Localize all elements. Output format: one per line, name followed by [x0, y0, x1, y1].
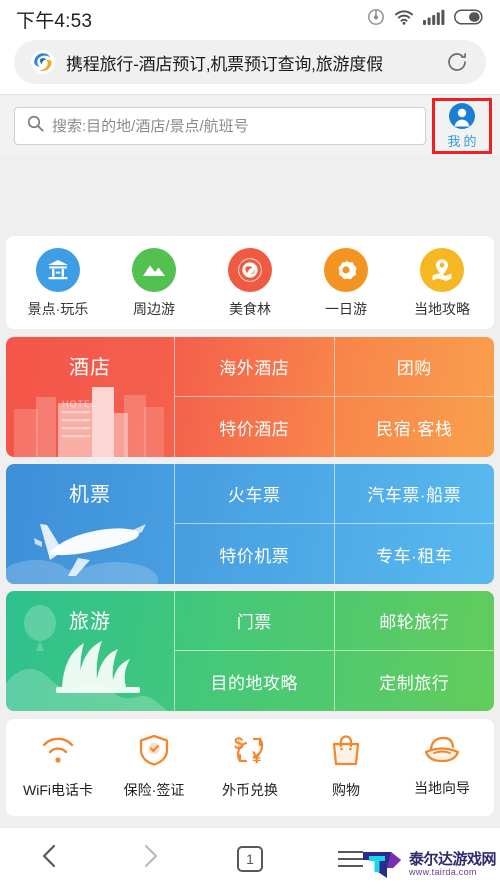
- search-input[interactable]: 搜索:目的地/酒店/景点/航班号: [14, 106, 426, 145]
- currency-exchange-icon: $ ¥: [232, 733, 268, 772]
- quick-entry-dayTour[interactable]: 一日游: [302, 248, 390, 319]
- product-block-travel: 旅游 门票 邮轮旅行 目的地攻略 定制旅行: [6, 591, 494, 711]
- service-entry-wifi[interactable]: WiFi电话卡: [12, 733, 104, 800]
- subentry-bus-boat-ticket[interactable]: 汽车票·船票: [334, 464, 494, 524]
- service-label: 当地向导: [414, 780, 470, 796]
- address-bar[interactable]: 携程旅行-酒店预订,机票预订查询,旅游度假: [14, 40, 486, 84]
- service-entry-localGuide[interactable]: 当地向导: [396, 733, 488, 800]
- watermark-name: 泰尔达游戏网: [408, 850, 497, 868]
- badge-star-icon: [324, 248, 368, 292]
- watermark-url: www.tairda.com: [408, 866, 477, 877]
- travel-main-entry[interactable]: 旅游: [6, 591, 174, 711]
- user-avatar-icon: [448, 102, 476, 130]
- banner-placeholder: [0, 156, 500, 236]
- forward-chevron-icon: [137, 842, 163, 875]
- hamburger-menu-icon: [337, 850, 363, 867]
- service-label: 购物: [332, 782, 360, 798]
- block-title: 旅游: [69, 611, 111, 633]
- quick-entry-nearby[interactable]: 周边游: [110, 248, 198, 319]
- search-placeholder: 搜索:目的地/酒店/景点/航班号: [52, 118, 249, 135]
- flight-subentries: 火车票 汽车票·船票 特价机票 专车·租车: [174, 464, 494, 584]
- my-account-button[interactable]: 我的: [432, 97, 492, 154]
- forward-button[interactable]: [100, 828, 200, 889]
- hotel-subentries: 海外酒店 团购 特价酒店 民宿·客栈: [174, 337, 494, 457]
- subentry-car-rental[interactable]: 专车·租车: [335, 524, 495, 584]
- service-label: WiFi电话卡: [23, 782, 93, 798]
- page-title: 携程旅行-酒店预订,机票预订查询,旅游度假: [66, 54, 383, 74]
- service-entry-currency[interactable]: $ ¥ 外币兑换: [204, 733, 296, 800]
- subentry-group-buy[interactable]: 团购: [334, 337, 494, 397]
- service-label: 外币兑换: [222, 782, 278, 798]
- pavilion-icon: [36, 248, 80, 292]
- service-entry-insurance[interactable]: 保险·签证: [108, 733, 200, 800]
- quick-entry-label: 周边游: [133, 301, 175, 317]
- guide-hat-icon: [423, 733, 461, 770]
- shopping-bag-icon: [330, 733, 362, 772]
- quick-entry-scenic[interactable]: 景点·玩乐: [14, 248, 102, 319]
- product-block-hotel: HOTEL 酒店 海外酒店 团购 特价酒店 民宿·客栈: [6, 337, 494, 457]
- quick-entry-label: 当地攻略: [414, 301, 470, 317]
- block-title: 酒店: [69, 357, 111, 379]
- phone-screen: 下午4:53 携程旅行-酒店预订,机票预订查询,旅游度假 搜索:目的地/酒店/景…: [0, 0, 500, 889]
- quick-entry-label: 美食林: [229, 301, 271, 317]
- site-search-row: 搜索:目的地/酒店/景点/航班号 我的: [0, 94, 500, 156]
- page-content: 景点·玩乐 周边游 美食林 一日游 当地攻略 HOTEL 酒店 海外酒店 团购 …: [0, 156, 500, 827]
- status-clock: 下午4:53: [16, 10, 93, 32]
- flight-main-entry[interactable]: 机票: [6, 464, 174, 584]
- gourmet-seal-icon: [228, 248, 272, 292]
- quick-entry-card: 景点·玩乐 周边游 美食林 一日游 当地攻略: [6, 236, 494, 329]
- service-entry-shopping[interactable]: 购物: [300, 733, 392, 800]
- hotel-main-entry[interactable]: HOTEL 酒店: [6, 337, 174, 457]
- travel-subentries: 门票 邮轮旅行 目的地攻略 定制旅行: [174, 591, 494, 711]
- status-icon-group: [367, 8, 484, 31]
- tab-count-badge: 1: [237, 845, 263, 872]
- browser-toolbar: 携程旅行-酒店预订,机票预订查询,旅游度假: [0, 38, 500, 94]
- wifi-icon: [394, 9, 414, 30]
- product-blocks: HOTEL 酒店 海外酒店 团购 特价酒店 民宿·客栈 机票 火车票 汽车票·船…: [6, 337, 494, 711]
- block-title: 机票: [69, 484, 111, 506]
- signal-icon: [423, 9, 445, 30]
- tairda-logo-icon: [361, 842, 405, 887]
- quick-entry-label: 一日游: [325, 301, 367, 317]
- status-bar: 下午4:53: [0, 0, 500, 38]
- subentry-custom-travel[interactable]: 定制旅行: [335, 651, 495, 711]
- quick-entry-localGuide[interactable]: 当地攻略: [398, 248, 486, 319]
- subentry-discount-flight[interactable]: 特价机票: [175, 524, 335, 584]
- service-label: 保险·签证: [123, 782, 185, 798]
- battery-icon: [454, 8, 484, 30]
- subentry-cruise[interactable]: 邮轮旅行: [334, 591, 494, 651]
- reload-icon[interactable]: [444, 49, 470, 75]
- subentry-attraction-ticket[interactable]: 门票: [175, 591, 335, 651]
- shield-check-icon: [137, 733, 171, 772]
- subentry-overseas-hotel[interactable]: 海外酒店: [175, 337, 335, 397]
- back-chevron-icon: [37, 842, 63, 875]
- watermark: 泰尔达游戏网 www.tairda.com: [361, 842, 497, 887]
- product-block-flight: 机票 火车票 汽车票·船票 特价机票 专车·租车: [6, 464, 494, 584]
- quick-entry-gourmet[interactable]: 美食林: [206, 248, 294, 319]
- watermark-text: 泰尔达游戏网 www.tairda.com: [408, 850, 497, 877]
- subentry-train-ticket[interactable]: 火车票: [175, 464, 335, 524]
- ctrip-logo-icon: [30, 49, 56, 75]
- back-button[interactable]: [0, 828, 100, 889]
- service-entry-card: WiFi电话卡 保险·签证 $ ¥ 外币兑换 购物 当地向导: [6, 719, 494, 816]
- map-pin-icon: [420, 248, 464, 292]
- subentry-homestay[interactable]: 民宿·客栈: [335, 397, 495, 457]
- search-icon: [27, 115, 44, 137]
- tab-switcher-button[interactable]: 1: [200, 828, 300, 889]
- subentry-discount-hotel[interactable]: 特价酒店: [175, 397, 335, 457]
- browser-bottom-bar: 1 泰尔达游戏网 www.tairda.com: [0, 827, 500, 889]
- subentry-destination-guide[interactable]: 目的地攻略: [175, 651, 335, 711]
- wifi-signal-icon: [39, 733, 77, 772]
- my-account-label: 我的: [447, 133, 480, 149]
- quick-entry-label: 景点·玩乐: [27, 301, 89, 317]
- mountain-icon: [132, 248, 176, 292]
- screen-cast-icon: [367, 8, 385, 31]
